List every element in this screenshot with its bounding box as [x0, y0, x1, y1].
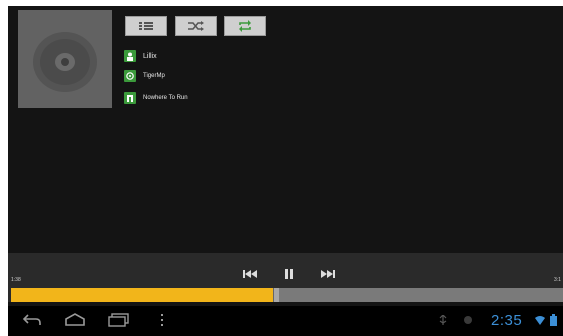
artist-icon	[124, 50, 136, 62]
menu-button[interactable]	[160, 313, 164, 327]
music-player-screen: Lillix TigerMp Nowhere To Run 1:38 3:1 2…	[8, 6, 563, 336]
track-album-row: Nowhere To Run	[124, 92, 188, 104]
cd-disc-icon	[33, 32, 97, 92]
playback-controls: 1:38 3:1	[8, 253, 563, 302]
media-notification-icon[interactable]	[463, 315, 473, 325]
overflow-menu-icon	[161, 314, 163, 326]
playlist-button[interactable]	[125, 16, 167, 36]
time-total: 3:1	[554, 277, 561, 283]
home-button[interactable]	[64, 313, 86, 327]
usb-notification-icon[interactable]	[438, 315, 448, 325]
time-elapsed: 1:38	[11, 277, 21, 283]
track-title: Lillix	[143, 52, 157, 60]
shuffle-button[interactable]	[175, 16, 217, 36]
shuffle-icon	[188, 21, 204, 31]
previous-button[interactable]	[241, 267, 259, 281]
previous-icon	[243, 270, 257, 278]
next-icon	[321, 270, 335, 278]
back-button[interactable]	[22, 313, 42, 327]
track-title-row: Lillix	[124, 50, 157, 62]
seek-bar-fill	[11, 288, 274, 302]
list-icon	[139, 22, 153, 30]
home-icon	[65, 313, 85, 326]
track-artist: TigerMp	[143, 73, 165, 79]
status-clock: 2:35	[491, 312, 523, 329]
back-icon	[22, 314, 41, 325]
track-album: Nowhere To Run	[143, 95, 188, 101]
system-navigation-bar: 2:35	[8, 306, 563, 336]
album-art[interactable]	[18, 10, 112, 108]
pause-button[interactable]	[280, 267, 298, 281]
next-button[interactable]	[319, 267, 337, 281]
repeat-button[interactable]	[224, 16, 266, 36]
seek-bar-thumb[interactable]	[273, 288, 280, 302]
recent-apps-icon	[108, 313, 129, 327]
album-icon	[124, 70, 136, 82]
recent-apps-button[interactable]	[108, 313, 130, 327]
track-artist-row: TigerMp	[124, 70, 165, 82]
pause-icon	[285, 269, 293, 279]
battery-icon	[550, 314, 557, 326]
seek-bar[interactable]	[11, 288, 563, 302]
wifi-icon	[535, 315, 545, 325]
repeat-icon	[239, 20, 251, 32]
song-icon	[124, 92, 136, 104]
